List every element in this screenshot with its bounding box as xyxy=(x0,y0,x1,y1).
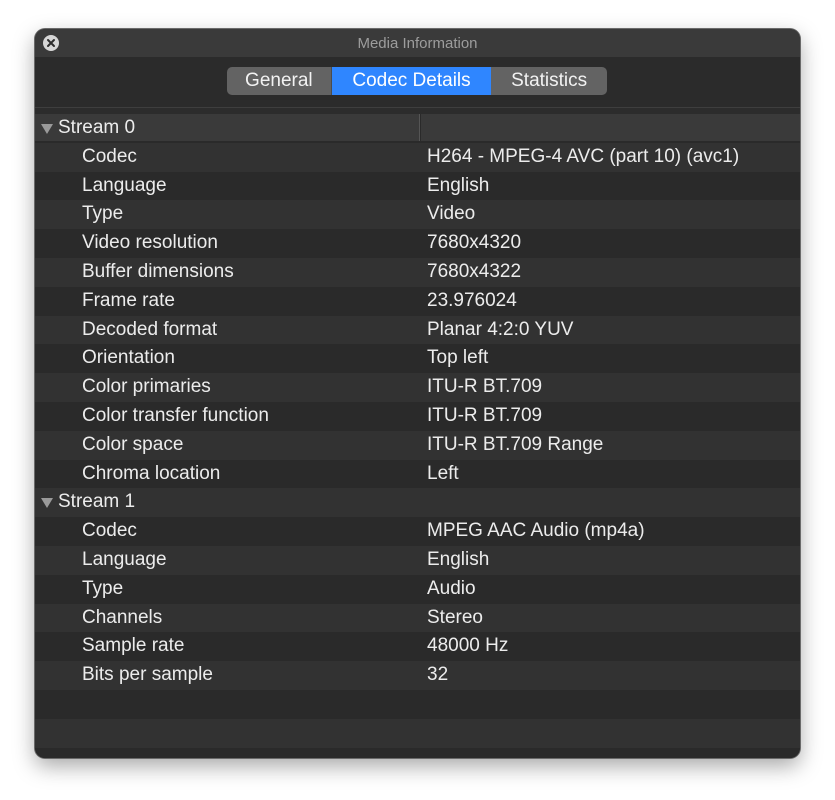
stream-group-row[interactable]: Stream 0 xyxy=(35,114,800,143)
property-row[interactable]: Channels Stereo xyxy=(35,603,800,633)
property-key: Frame rate xyxy=(82,289,175,311)
property-value: 7680x4320 xyxy=(427,232,522,254)
property-value: Left xyxy=(427,462,459,484)
property-row[interactable]: Color space ITU-R BT.709 Range xyxy=(35,430,800,460)
property-row[interactable]: Orientation Top left xyxy=(35,344,800,373)
tab-bar: General Codec Details Statistics xyxy=(227,67,607,95)
property-value: ITU-R BT.709 xyxy=(427,404,543,426)
empty-row xyxy=(35,690,800,719)
stream-label: Stream 1 xyxy=(58,491,136,513)
property-row[interactable]: Buffer dimensions 7680x4322 xyxy=(35,257,800,287)
property-row[interactable]: Color primaries ITU-R BT.709 xyxy=(35,373,800,402)
property-row[interactable]: Chroma location Left xyxy=(35,460,800,489)
property-key: Language xyxy=(82,548,167,570)
property-key: Type xyxy=(82,577,124,599)
disclosure-triangle-icon[interactable] xyxy=(41,498,53,509)
property-value: Audio xyxy=(427,577,476,599)
outline-rows: Stream 0 Codec H264 - MPEG-4 AVC (part 10)… xyxy=(35,114,800,758)
property-value: H264 - MPEG-4 AVC (part 10) (avc1) xyxy=(427,145,740,167)
property-row[interactable]: Codec MPEG AAC Audio (mp4a) xyxy=(35,517,800,546)
property-value: 32 xyxy=(427,664,449,686)
tab-statistics[interactable]: Statistics xyxy=(491,67,607,95)
property-value: Stereo xyxy=(427,606,483,628)
tab-general[interactable]: General xyxy=(227,67,332,95)
empty-row xyxy=(35,718,800,748)
property-value: English xyxy=(427,174,490,196)
property-value: Video xyxy=(427,203,476,225)
property-row[interactable]: Type Audio xyxy=(35,575,800,604)
property-key: Codec xyxy=(82,520,137,542)
media-information-window: Media Information General Codec Details … xyxy=(35,29,800,758)
property-value: Planar 4:2:0 YUV xyxy=(427,318,574,340)
codec-details-outline[interactable]: Stream 0 Codec H264 - MPEG-4 AVC (part 10)… xyxy=(35,114,800,758)
property-value: 48000 Hz xyxy=(427,635,509,657)
property-key: Orientation xyxy=(82,347,175,369)
property-key: Language xyxy=(82,174,167,196)
property-key: Chroma location xyxy=(82,462,221,484)
stream-label: Stream 0 xyxy=(58,117,136,138)
property-value: English xyxy=(427,548,490,570)
property-row[interactable]: Codec H264 - MPEG-4 AVC (part 10) (avc1) xyxy=(35,142,800,172)
property-row[interactable]: Sample rate 48000 Hz xyxy=(35,632,800,661)
property-key: Color transfer function xyxy=(82,404,269,426)
property-value: 7680x4322 xyxy=(427,260,522,282)
property-row[interactable]: Language English xyxy=(35,545,800,575)
property-row[interactable]: Video resolution 7680x4320 xyxy=(35,229,800,258)
property-key: Color primaries xyxy=(82,376,211,398)
property-row[interactable]: Decoded format Planar 4:2:0 YUV xyxy=(35,315,800,345)
property-key: Channels xyxy=(82,606,163,628)
stream-group-row[interactable]: Stream 1 xyxy=(35,488,800,518)
title-bar[interactable]: Media Information xyxy=(35,29,800,57)
property-value: ITU-R BT.709 Range xyxy=(427,433,604,455)
disclosure-triangle-icon[interactable] xyxy=(41,124,53,134)
property-row[interactable]: Bits per sample 32 xyxy=(35,661,800,690)
property-row[interactable]: Color transfer function ITU-R BT.709 xyxy=(35,402,800,431)
property-key: Sample rate xyxy=(82,635,185,657)
property-value: 23.976024 xyxy=(427,289,517,311)
empty-row xyxy=(35,748,800,758)
property-row[interactable]: Language English xyxy=(35,172,800,201)
toolbar: General Codec Details Statistics xyxy=(35,57,800,108)
property-key: Decoded format xyxy=(82,318,218,340)
property-key: Type xyxy=(82,203,124,225)
property-key: Color space xyxy=(82,433,184,455)
window-title: Media Information xyxy=(357,35,478,52)
tab-codec-details[interactable]: Codec Details xyxy=(331,67,492,95)
property-value: ITU-R BT.709 xyxy=(427,376,543,398)
property-key: Video resolution xyxy=(82,232,218,254)
property-row[interactable]: Type Video xyxy=(35,200,800,230)
property-key: Buffer dimensions xyxy=(82,260,234,282)
property-value: Top left xyxy=(427,347,489,369)
property-row[interactable]: Frame rate 23.976024 xyxy=(35,287,800,316)
property-value: MPEG AAC Audio (mp4a) xyxy=(427,520,645,542)
property-key: Codec xyxy=(82,145,137,167)
property-key: Bits per sample xyxy=(82,664,213,686)
